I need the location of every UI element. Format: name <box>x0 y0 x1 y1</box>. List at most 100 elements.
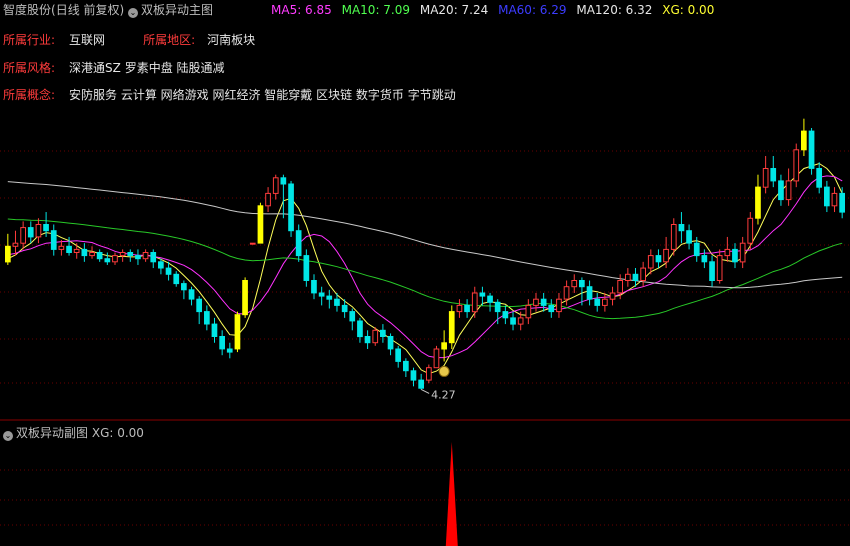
style-row: 所属风格: 深港通SZ 罗素中盘 陆股通减 <box>3 61 225 75</box>
candle-body-83 <box>640 267 646 282</box>
candle-body-23 <box>181 283 187 291</box>
main-indicator-name[interactable]: 双板异动主图 <box>141 3 213 17</box>
indicator-menu-icon[interactable]: ⌄ <box>128 8 139 18</box>
candle-body-6 <box>50 230 57 250</box>
candle-39 <box>303 249 310 287</box>
candle-103 <box>793 143 800 188</box>
ma120-label: MA120: 6.32 <box>576 3 653 17</box>
candle-108 <box>831 187 838 213</box>
candle-body-102 <box>785 180 792 201</box>
candle-70 <box>540 292 547 312</box>
candle-109 <box>839 187 845 219</box>
candle-body-91 <box>701 255 708 263</box>
candle-body-12 <box>96 252 103 260</box>
candle-body-27 <box>211 323 218 338</box>
candle-38 <box>295 224 302 262</box>
candle-4 <box>35 218 42 244</box>
candle-body-99 <box>762 168 769 188</box>
candle-53 <box>410 367 417 387</box>
candle-0 <box>5 233 11 265</box>
candle-body-98 <box>755 186 761 219</box>
candle-body-64 <box>494 301 501 313</box>
ma20-label: MA20: 7.24 <box>419 3 489 17</box>
sub-indicator-menu-icon[interactable]: ⌄ <box>3 431 13 441</box>
candle-91 <box>701 249 708 269</box>
candle-body-42 <box>326 295 333 300</box>
candle-14 <box>112 252 118 265</box>
sub-xg-label: XG: 0.00 <box>91 426 144 440</box>
low-value-label: 4.27 <box>431 388 456 401</box>
candle-40 <box>311 274 317 300</box>
candle-body-32 <box>249 242 256 245</box>
candle-86 <box>663 236 669 269</box>
candle-body-109 <box>839 192 845 213</box>
ma10-label: MA10: 7.09 <box>341 3 411 17</box>
candle-body-76 <box>586 286 593 300</box>
candle-body-86 <box>663 248 669 263</box>
candle-71 <box>548 299 555 318</box>
candle-66 <box>510 311 516 331</box>
candle-body-53 <box>410 370 417 381</box>
candle-3 <box>27 221 34 244</box>
candle-body-19 <box>150 252 157 263</box>
candle-55 <box>426 364 432 384</box>
style-value[interactable]: 深港通SZ 罗素中盘 陆股通减 <box>69 61 224 75</box>
candle-body-47 <box>364 336 371 344</box>
candle-body-43 <box>334 298 340 306</box>
candle-62 <box>479 286 486 306</box>
candle-25 <box>196 296 203 325</box>
candle-body-54 <box>418 379 424 389</box>
candle-24 <box>188 286 195 306</box>
candle-31 <box>242 277 248 318</box>
candle-body-55 <box>426 367 432 381</box>
candle-58 <box>448 305 455 349</box>
candle-body-8 <box>66 245 72 254</box>
candle-98 <box>755 174 761 225</box>
candle-101 <box>778 174 784 206</box>
candle-6 <box>50 224 57 256</box>
candle-body-40 <box>311 280 317 294</box>
candle-body-74 <box>571 280 578 288</box>
signal-marker-icon <box>438 365 450 377</box>
candle-42 <box>326 289 333 309</box>
candle-30 <box>234 311 241 353</box>
candle-body-93 <box>716 255 723 282</box>
candle-77 <box>594 292 601 312</box>
candle-body-105 <box>808 130 815 169</box>
candle-body-59 <box>456 304 463 313</box>
candle-16 <box>127 249 134 262</box>
candle-36 <box>280 174 287 219</box>
candle-23 <box>181 280 187 300</box>
concept-label: 所属概念: <box>3 88 56 102</box>
candle-48 <box>372 327 379 346</box>
candle-37 <box>288 180 294 237</box>
candle-body-5 <box>43 224 49 232</box>
region-value[interactable]: 河南板块 <box>207 33 255 47</box>
candle-body-71 <box>548 304 555 313</box>
candle-body-36 <box>280 177 287 185</box>
candle-body-3 <box>27 227 34 238</box>
gridlines <box>0 150 850 526</box>
candle-body-69 <box>533 298 539 306</box>
sub-indicator-name[interactable]: 双板异动副图 <box>16 426 88 440</box>
candle-17 <box>135 249 141 265</box>
candle-10 <box>81 243 88 262</box>
period-label[interactable]: (日线 前复权) <box>51 3 124 17</box>
candle-105 <box>808 128 815 175</box>
candle-104 <box>801 118 807 157</box>
industry-value[interactable]: 互联网 <box>69 33 105 47</box>
candle-26 <box>204 305 210 331</box>
candle-93 <box>716 249 723 284</box>
candle-body-34 <box>265 192 271 207</box>
candle-body-46 <box>357 320 363 338</box>
candle-body-45 <box>349 311 356 322</box>
concept-value[interactable]: 安防服务 云计算 网络游戏 网红经济 智能穿戴 区块链 数字货币 字节跳动 <box>69 88 456 102</box>
industry-label: 所属行业: <box>3 33 56 47</box>
candle-body-60 <box>464 304 470 313</box>
chart-canvas: 4.27 <box>0 118 850 546</box>
candle-body-14 <box>112 255 118 263</box>
stock-name[interactable]: 智度股份 <box>3 3 51 17</box>
candle-body-106 <box>816 168 822 188</box>
candle-1 <box>12 230 19 256</box>
candle-body-81 <box>625 273 631 281</box>
